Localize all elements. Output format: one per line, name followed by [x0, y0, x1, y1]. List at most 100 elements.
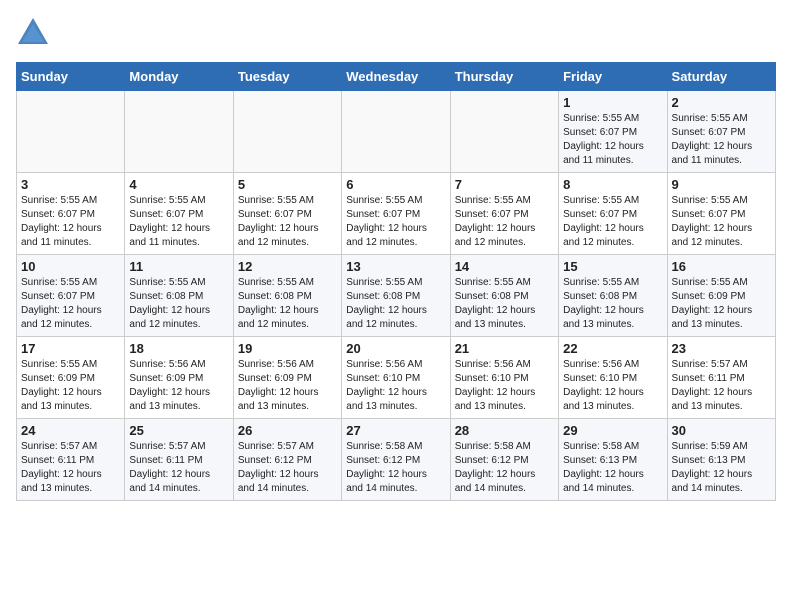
day-number: 27: [346, 423, 445, 438]
logo: [16, 16, 54, 50]
calendar-cell: 4 Sunrise: 5:55 AM Sunset: 6:07 PM Daylig…: [125, 173, 233, 255]
cell-content: Sunrise: 5:56 AM Sunset: 6:09 PM Dayligh…: [129, 358, 228, 414]
calendar-cell: [233, 91, 341, 173]
cell-content: Sunrise: 5:57 AM Sunset: 6:11 PM Dayligh…: [129, 440, 228, 496]
calendar-cell: 30 Sunrise: 5:59 AM Sunset: 6:13 PM Dayli…: [667, 419, 775, 501]
cell-content: Sunrise: 5:55 AM Sunset: 6:07 PM Dayligh…: [672, 194, 771, 250]
cell-content: Sunrise: 5:55 AM Sunset: 6:08 PM Dayligh…: [238, 276, 337, 332]
calendar-cell: 16 Sunrise: 5:55 AM Sunset: 6:09 PM Dayli…: [667, 255, 775, 337]
day-number: 19: [238, 341, 337, 356]
day-number: 15: [563, 259, 662, 274]
calendar-header-sunday: Sunday: [17, 63, 125, 91]
cell-content: Sunrise: 5:55 AM Sunset: 6:07 PM Dayligh…: [21, 194, 120, 250]
cell-content: Sunrise: 5:55 AM Sunset: 6:09 PM Dayligh…: [672, 276, 771, 332]
day-number: 25: [129, 423, 228, 438]
day-number: 17: [21, 341, 120, 356]
day-number: 20: [346, 341, 445, 356]
calendar-cell: 29 Sunrise: 5:58 AM Sunset: 6:13 PM Dayli…: [559, 419, 667, 501]
day-number: 16: [672, 259, 771, 274]
cell-content: Sunrise: 5:58 AM Sunset: 6:13 PM Dayligh…: [563, 440, 662, 496]
calendar-cell: 3Sunrise: 5:55 AM Sunset: 6:07 PM Daylig…: [17, 173, 125, 255]
cell-content: Sunrise: 5:55 AM Sunset: 6:07 PM Dayligh…: [238, 194, 337, 250]
calendar-cell: [17, 91, 125, 173]
calendar-cell: [125, 91, 233, 173]
cell-content: Sunrise: 5:59 AM Sunset: 6:13 PM Dayligh…: [672, 440, 771, 496]
calendar-week-row: 10 Sunrise: 5:55 AM Sunset: 6:07 PM Dayli…: [17, 255, 776, 337]
cell-content: Sunrise: 5:55 AM Sunset: 6:09 PM Dayligh…: [21, 358, 120, 414]
calendar-cell: 27 Sunrise: 5:58 AM Sunset: 6:12 PM Dayli…: [342, 419, 450, 501]
cell-content: Sunrise: 5:55 AM Sunset: 6:08 PM Dayligh…: [455, 276, 554, 332]
calendar-table: SundayMondayTuesdayWednesdayThursdayFrid…: [16, 62, 776, 501]
day-number: 24: [21, 423, 120, 438]
calendar-cell: [450, 91, 558, 173]
calendar-header-row: SundayMondayTuesdayWednesdayThursdayFrid…: [17, 63, 776, 91]
calendar-cell: 19 Sunrise: 5:56 AM Sunset: 6:09 PM Dayli…: [233, 337, 341, 419]
cell-content: Sunrise: 5:56 AM Sunset: 6:09 PM Dayligh…: [238, 358, 337, 414]
day-number: 14: [455, 259, 554, 274]
calendar-cell: 2 Sunrise: 5:55 AM Sunset: 6:07 PM Daylig…: [667, 91, 775, 173]
calendar-cell: 10 Sunrise: 5:55 AM Sunset: 6:07 PM Dayli…: [17, 255, 125, 337]
day-number: 18: [129, 341, 228, 356]
cell-content: Sunrise: 5:56 AM Sunset: 6:10 PM Dayligh…: [563, 358, 662, 414]
calendar-week-row: 24 Sunrise: 5:57 AM Sunset: 6:11 PM Dayli…: [17, 419, 776, 501]
cell-content: Sunrise: 5:55 AM Sunset: 6:07 PM Dayligh…: [455, 194, 554, 250]
day-number: 30: [672, 423, 771, 438]
calendar-cell: 9 Sunrise: 5:55 AM Sunset: 6:07 PM Daylig…: [667, 173, 775, 255]
calendar-cell: 15 Sunrise: 5:55 AM Sunset: 6:08 PM Dayli…: [559, 255, 667, 337]
cell-content: Sunrise: 5:57 AM Sunset: 6:12 PM Dayligh…: [238, 440, 337, 496]
day-number: 11: [129, 259, 228, 274]
calendar-cell: 25 Sunrise: 5:57 AM Sunset: 6:11 PM Dayli…: [125, 419, 233, 501]
calendar-cell: 21Sunrise: 5:56 AM Sunset: 6:10 PM Dayli…: [450, 337, 558, 419]
cell-content: Sunrise: 5:55 AM Sunset: 6:07 PM Dayligh…: [21, 276, 120, 332]
cell-content: Sunrise: 5:55 AM Sunset: 6:07 PM Dayligh…: [129, 194, 228, 250]
cell-content: Sunrise: 5:56 AM Sunset: 6:10 PM Dayligh…: [455, 358, 554, 414]
day-number: 28: [455, 423, 554, 438]
calendar-cell: 7 Sunrise: 5:55 AM Sunset: 6:07 PM Daylig…: [450, 173, 558, 255]
calendar-cell: 8Sunrise: 5:55 AM Sunset: 6:07 PM Daylig…: [559, 173, 667, 255]
day-number: 26: [238, 423, 337, 438]
calendar-cell: 23 Sunrise: 5:57 AM Sunset: 6:11 PM Dayli…: [667, 337, 775, 419]
calendar-cell: 14 Sunrise: 5:55 AM Sunset: 6:08 PM Dayli…: [450, 255, 558, 337]
cell-content: Sunrise: 5:58 AM Sunset: 6:12 PM Dayligh…: [455, 440, 554, 496]
calendar-cell: 24 Sunrise: 5:57 AM Sunset: 6:11 PM Dayli…: [17, 419, 125, 501]
calendar-week-row: 3Sunrise: 5:55 AM Sunset: 6:07 PM Daylig…: [17, 173, 776, 255]
cell-content: Sunrise: 5:55 AM Sunset: 6:08 PM Dayligh…: [563, 276, 662, 332]
calendar-header-tuesday: Tuesday: [233, 63, 341, 91]
calendar-week-row: 17 Sunrise: 5:55 AM Sunset: 6:09 PM Dayli…: [17, 337, 776, 419]
page-header: [16, 16, 776, 50]
calendar-header-thursday: Thursday: [450, 63, 558, 91]
cell-content: Sunrise: 5:55 AM Sunset: 6:07 PM Dayligh…: [346, 194, 445, 250]
day-number: 2: [672, 95, 771, 110]
cell-content: Sunrise: 5:56 AM Sunset: 6:10 PM Dayligh…: [346, 358, 445, 414]
day-number: 13: [346, 259, 445, 274]
cell-content: Sunrise: 5:55 AM Sunset: 6:08 PM Dayligh…: [346, 276, 445, 332]
day-number: 7: [455, 177, 554, 192]
cell-content: Sunrise: 5:55 AM Sunset: 6:07 PM Dayligh…: [563, 194, 662, 250]
cell-content: Sunrise: 5:58 AM Sunset: 6:12 PM Dayligh…: [346, 440, 445, 496]
day-number: 6: [346, 177, 445, 192]
calendar-cell: [342, 91, 450, 173]
cell-content: Sunrise: 5:57 AM Sunset: 6:11 PM Dayligh…: [21, 440, 120, 496]
calendar-cell: 5 Sunrise: 5:55 AM Sunset: 6:07 PM Daylig…: [233, 173, 341, 255]
calendar-cell: 11Sunrise: 5:55 AM Sunset: 6:08 PM Dayli…: [125, 255, 233, 337]
calendar-cell: 22 Sunrise: 5:56 AM Sunset: 6:10 PM Dayli…: [559, 337, 667, 419]
cell-content: Sunrise: 5:57 AM Sunset: 6:11 PM Dayligh…: [672, 358, 771, 414]
calendar-cell: 12Sunrise: 5:55 AM Sunset: 6:08 PM Dayli…: [233, 255, 341, 337]
calendar-header-wednesday: Wednesday: [342, 63, 450, 91]
day-number: 9: [672, 177, 771, 192]
calendar-cell: 1Sunrise: 5:55 AM Sunset: 6:07 PM Daylig…: [559, 91, 667, 173]
calendar-cell: 13 Sunrise: 5:55 AM Sunset: 6:08 PM Dayli…: [342, 255, 450, 337]
calendar-header-monday: Monday: [125, 63, 233, 91]
day-number: 23: [672, 341, 771, 356]
calendar-cell: 18 Sunrise: 5:56 AM Sunset: 6:09 PM Dayli…: [125, 337, 233, 419]
day-number: 4: [129, 177, 228, 192]
calendar-week-row: 1Sunrise: 5:55 AM Sunset: 6:07 PM Daylig…: [17, 91, 776, 173]
day-number: 22: [563, 341, 662, 356]
calendar-header-friday: Friday: [559, 63, 667, 91]
logo-icon: [16, 16, 50, 50]
day-number: 5: [238, 177, 337, 192]
cell-content: Sunrise: 5:55 AM Sunset: 6:07 PM Dayligh…: [672, 112, 771, 168]
day-number: 29: [563, 423, 662, 438]
calendar-cell: 6 Sunrise: 5:55 AM Sunset: 6:07 PM Daylig…: [342, 173, 450, 255]
day-number: 10: [21, 259, 120, 274]
